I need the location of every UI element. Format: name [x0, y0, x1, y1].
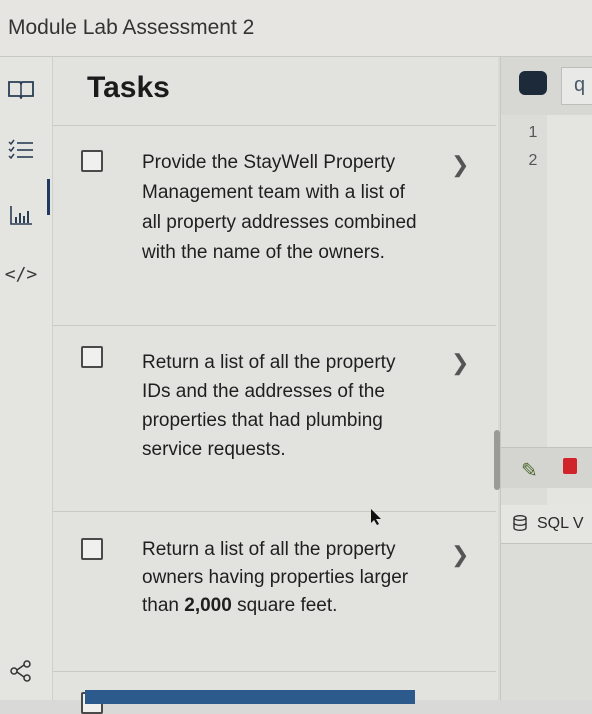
editor-toolbar: q [501, 57, 592, 115]
task-list-icon[interactable] [6, 137, 36, 161]
run-icon[interactable] [519, 71, 547, 95]
line-number: 2 [528, 152, 538, 169]
window-title: Module Lab Assessment 2 [8, 16, 255, 39]
run-task-button[interactable] [85, 690, 415, 704]
code-icon[interactable]: </> [5, 262, 38, 286]
tasks-panel: Tasks Provide the StayWell Property Mana… [53, 57, 498, 714]
task-text: Return a list of all the property IDs an… [142, 352, 396, 460]
chevron-right-icon[interactable]: ❯ [451, 152, 469, 178]
task-item[interactable]: Return a list of all the property IDs an… [53, 325, 496, 512]
task-text-bold: 2,000 [184, 595, 232, 616]
trash-icon[interactable] [563, 458, 577, 474]
share-icon[interactable] [6, 659, 36, 683]
task-checkbox[interactable] [81, 346, 103, 368]
panel-title: Tasks [87, 71, 170, 104]
editor-tool-row: ✎ [501, 447, 592, 488]
task-checkbox[interactable] [81, 538, 103, 560]
line-gutter: 1 2 [519, 119, 547, 175]
book-icon[interactable] [6, 77, 36, 101]
task-text: Provide the StayWell Property Management… [142, 152, 417, 263]
line-number: 1 [528, 124, 538, 141]
title-bar: Module Lab Assessment 2 [0, 0, 592, 57]
task-text-tail: square feet. [231, 595, 338, 616]
panel-header: Tasks [53, 57, 498, 125]
chevron-right-icon[interactable]: ❯ [451, 542, 469, 568]
mouse-cursor [370, 508, 384, 531]
chevron-right-icon[interactable]: ❯ [451, 350, 469, 376]
database-icon [513, 515, 527, 536]
pencil-icon[interactable]: ✎ [521, 458, 538, 483]
editor-pane: q 1 2 ✎ SQL V [500, 57, 592, 700]
active-indicator [47, 179, 50, 215]
task-item[interactable]: Provide the StayWell Property Management… [53, 125, 496, 326]
sql-tab-label: SQL V [537, 515, 584, 532]
search-glyph: q [574, 74, 586, 96]
left-rail: </> [0, 57, 53, 700]
tab-sql-view[interactable]: SQL V [501, 505, 592, 544]
task-text: Return a list of all the property owners… [142, 536, 427, 620]
search-input[interactable]: q [561, 67, 592, 105]
task-item[interactable]: Return a list of all the property owners… [53, 511, 496, 672]
chart-icon[interactable] [6, 203, 36, 227]
task-checkbox[interactable] [81, 150, 103, 172]
